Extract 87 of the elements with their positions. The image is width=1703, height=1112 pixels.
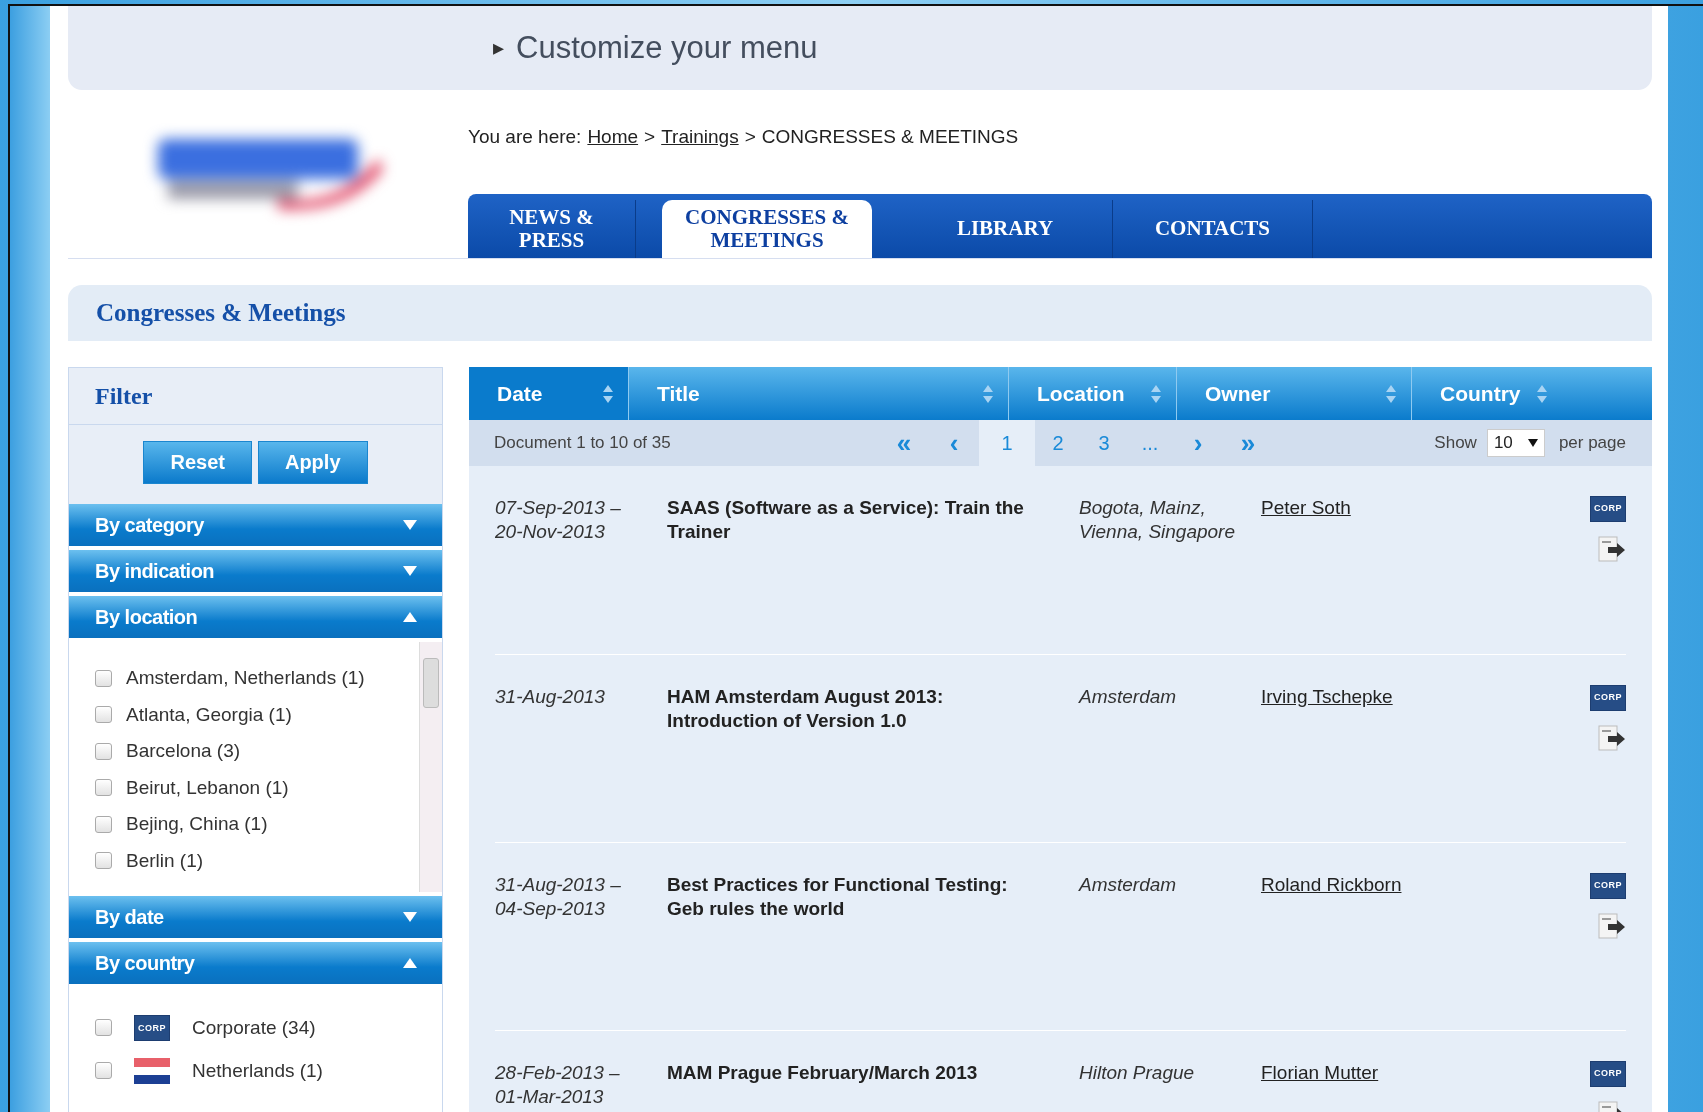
filter-button[interactable]: Apply xyxy=(257,441,368,484)
expand-icon[interactable] xyxy=(402,911,418,923)
show-label: Show xyxy=(1434,433,1477,453)
event-location: Amsterdam xyxy=(1079,874,1177,895)
corporate-badge: CORP xyxy=(1590,873,1626,899)
last-page-link[interactable]: » xyxy=(1223,420,1273,466)
section-title: Congresses & Meetings xyxy=(68,285,1652,341)
first-page-link[interactable]: « xyxy=(879,420,929,466)
filter-option-label: Barcelona (3) xyxy=(126,740,241,763)
checkbox[interactable] xyxy=(95,779,112,797)
sort-icon[interactable] xyxy=(1385,383,1397,404)
owner-link[interactable]: Peter Soth xyxy=(1261,497,1351,518)
filter-option-label: Beirut, Lebanon (1) xyxy=(126,776,289,799)
owner-link[interactable]: Irving Tschepke xyxy=(1261,686,1393,707)
nav-tab[interactable]: CONTACTS xyxy=(1113,200,1313,258)
event-title: MAM Prague February/March 2013 xyxy=(667,1062,978,1083)
breadcrumb-current: CONGRESSES & MEETINGS xyxy=(761,126,1019,148)
corporate-badge: CORP xyxy=(1590,1061,1626,1087)
event-title: HAM Amsterdam August 2013: Introduction of Version 1.0 xyxy=(667,686,944,731)
breadcrumb-separator: > xyxy=(744,126,756,148)
owner-link[interactable]: Roland Rickborn xyxy=(1261,874,1402,895)
column-header[interactable]: Date xyxy=(469,367,629,420)
filter-option-label: Bejing, China (1) xyxy=(126,813,268,836)
export-icon[interactable] xyxy=(1596,723,1626,753)
filter-button[interactable]: Reset xyxy=(143,441,252,484)
breadcrumb-label: You are here: xyxy=(468,126,582,148)
flag-icon xyxy=(134,1057,170,1084)
event-title: SAAS (Software as a Service): Train the Trainer xyxy=(667,497,1024,542)
column-header[interactable]: Country xyxy=(1412,367,1554,420)
sort-icon[interactable] xyxy=(982,383,994,404)
breadcrumb-separator: > xyxy=(644,126,656,148)
collapse-icon[interactable] xyxy=(402,611,418,623)
expand-icon[interactable] xyxy=(402,519,418,531)
checkbox[interactable] xyxy=(95,706,112,724)
export-icon[interactable] xyxy=(1596,911,1626,941)
nav-tab[interactable]: NEWS & PRESS xyxy=(468,200,636,258)
scrollbar[interactable] xyxy=(419,642,442,892)
corporate-badge: CORP xyxy=(134,1014,170,1041)
previous-page-link[interactable]: ‹ xyxy=(929,420,979,466)
collapse-icon[interactable] xyxy=(402,957,418,969)
sort-icon[interactable] xyxy=(602,383,614,404)
filter-option-label: Amsterdam, Netherlands (1) xyxy=(126,667,365,690)
start-date: 28-Feb-2013 – xyxy=(495,1061,621,1085)
checkbox[interactable] xyxy=(95,669,112,687)
filter-option-label: Atlanta, Georgia (1) xyxy=(126,703,292,726)
expand-icon[interactable] xyxy=(402,565,418,577)
per-page-label: per page xyxy=(1558,433,1626,453)
event-location: Amsterdam xyxy=(1079,686,1177,707)
end-date: 20-Nov-2013 xyxy=(495,519,606,544)
breadcrumb-link[interactable]: Home xyxy=(587,126,639,148)
corporate-badge: CORP xyxy=(1590,685,1626,711)
filter-option-label: Netherlands (1) xyxy=(192,1059,323,1082)
checkbox[interactable] xyxy=(95,742,112,760)
end-date: 04-Sep-2013 xyxy=(495,896,606,921)
page-size-select[interactable]: 10 xyxy=(1486,429,1545,457)
caret-icon xyxy=(1527,439,1538,447)
owner-link[interactable]: Florian Mutter xyxy=(1261,1062,1379,1083)
end-date: 01-Mar-2013 xyxy=(495,1084,605,1109)
page-link[interactable]: 1 xyxy=(979,420,1035,466)
event-location: Bogota, Mainz, Vienna, Singapore xyxy=(1079,497,1235,542)
breadcrumb-link[interactable]: Trainings xyxy=(661,126,739,148)
checkbox[interactable] xyxy=(95,1062,112,1079)
sort-icon[interactable] xyxy=(1536,383,1548,404)
event-title: Best Practices for Functional Testing: Geb rules the world xyxy=(667,874,1008,919)
checkbox[interactable] xyxy=(95,1019,112,1036)
corporate-badge: CORP xyxy=(1590,496,1626,522)
event-location: Hilton Prague xyxy=(1079,1062,1195,1083)
customize-menu-banner[interactable]: ▸ Customize your menu xyxy=(68,6,1652,90)
nav-tab[interactable]: LIBRARY xyxy=(898,200,1113,258)
start-date: 31-Aug-2013 xyxy=(495,685,606,709)
result-count: Document 1 to 10 of 35 xyxy=(494,433,672,453)
start-date: 07-Sep-2013 – xyxy=(495,496,622,520)
sort-icon[interactable] xyxy=(1150,383,1162,404)
nav-tab[interactable]: CONGRESSES & MEETINGS xyxy=(662,200,872,258)
page-link[interactable]: 2 xyxy=(1035,420,1081,466)
filter-option-label: Berlin (1) xyxy=(126,849,204,872)
next-page-link[interactable]: › xyxy=(1173,420,1223,466)
banner-title: Customize your menu xyxy=(516,30,818,66)
page-link[interactable]: 3 xyxy=(1081,420,1127,466)
disclosure-icon: ▸ xyxy=(493,35,504,61)
start-date: 31-Aug-2013 – xyxy=(495,873,622,897)
page-link[interactable]: ... xyxy=(1127,420,1173,466)
checkbox[interactable] xyxy=(95,852,112,870)
checkbox[interactable] xyxy=(95,815,112,833)
filter-option-label: Corporate (34) xyxy=(192,1016,316,1039)
filter-title: Filter xyxy=(95,382,153,410)
export-icon[interactable] xyxy=(1596,534,1626,564)
